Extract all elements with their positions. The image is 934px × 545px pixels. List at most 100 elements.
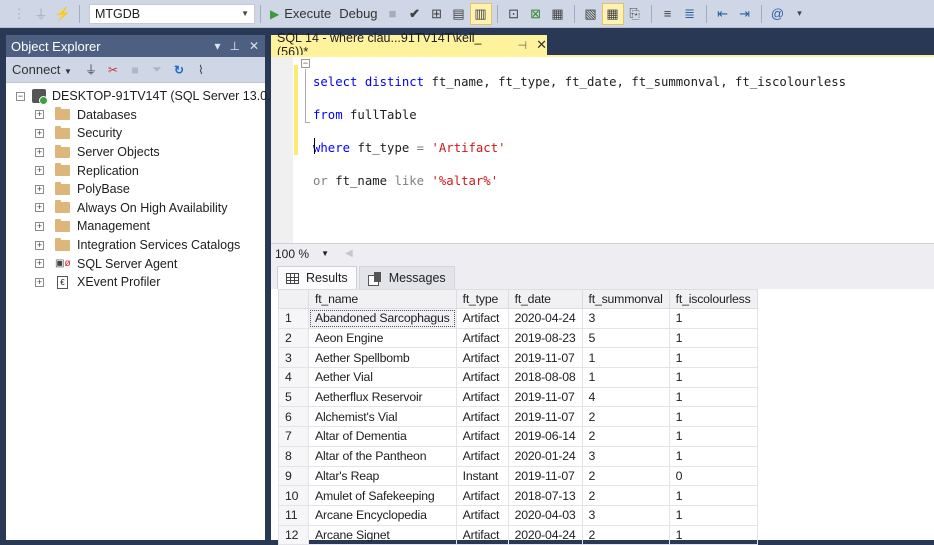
tab-messages[interactable]: Messages: [358, 266, 455, 289]
stop-icon[interactable]: ■: [126, 63, 144, 77]
row-number[interactable]: 2: [278, 327, 309, 349]
connect-plug-icon[interactable]: ⏚: [82, 61, 100, 78]
cell-ft_type[interactable]: Artifact: [455, 308, 509, 329]
tree-node[interactable]: + Security: [6, 124, 265, 143]
cell-ft_iscolourless[interactable]: 1: [668, 406, 758, 428]
expand-icon[interactable]: +: [35, 110, 44, 120]
column-header[interactable]: ft_type: [455, 289, 509, 309]
close-icon[interactable]: ✕: [249, 39, 259, 53]
cell-ft_date[interactable]: 2019-11-07: [507, 386, 583, 408]
collapse-region-icon[interactable]: −: [301, 59, 310, 68]
column-header[interactable]: ft_summonval: [581, 289, 670, 309]
window-position-dropdown-icon[interactable]: ▾: [214, 39, 220, 53]
connect-button[interactable]: Connect ▼: [12, 62, 72, 77]
expand-icon[interactable]: +: [35, 184, 44, 194]
tree-node[interactable]: + Always On High Availability: [6, 199, 265, 218]
close-tab-icon[interactable]: ✕: [536, 37, 547, 53]
scroll-left-icon[interactable]: ◀: [345, 248, 353, 259]
expand-icon[interactable]: +: [35, 221, 44, 231]
cell-ft_date[interactable]: 2018-07-13: [507, 485, 583, 506]
cell-ft_summonval[interactable]: 2: [581, 426, 670, 447]
expand-icon[interactable]: +: [35, 203, 44, 213]
cell-ft_type[interactable]: Artifact: [455, 524, 509, 545]
cell-ft_type[interactable]: Artifact: [455, 426, 509, 447]
refresh-icon[interactable]: ↻: [170, 63, 188, 77]
activity-monitor-icon[interactable]: ⌇: [192, 63, 210, 77]
column-header[interactable]: ft_iscolourless: [668, 289, 758, 309]
pin-icon[interactable]: ⊣: [518, 39, 528, 52]
cell-ft_name[interactable]: Arcane Signet: [308, 524, 457, 545]
cell-ft_summonval[interactable]: 4: [581, 386, 670, 408]
cell-ft_type[interactable]: Artifact: [455, 347, 509, 369]
cell-ft_type[interactable]: Artifact: [455, 485, 509, 506]
table-row[interactable]: 10 Amulet of Safekeeping Artifact 2018-07-1…: [278, 485, 758, 506]
expand-icon[interactable]: +: [35, 128, 44, 138]
cell-ft_name[interactable]: Aether Spellbomb: [308, 347, 457, 369]
cell-ft_date[interactable]: 2018-08-08: [507, 367, 583, 388]
cell-ft_date[interactable]: 2019-11-07: [507, 347, 583, 369]
pin-icon[interactable]: ⊥: [229, 39, 239, 53]
uncomment-icon[interactable]: ≣: [679, 3, 701, 25]
table-row[interactable]: 4 Aether Vial Artifact 2018-08-08 1 1: [278, 367, 758, 388]
cell-ft_type[interactable]: Artifact: [455, 504, 509, 526]
tree-node[interactable]: + ▣ø SQL Server Agent: [6, 254, 265, 273]
parse-checkmark-icon[interactable]: ✔: [404, 3, 426, 25]
tree-node[interactable]: + Management: [6, 217, 265, 236]
tree-node[interactable]: + PolyBase: [6, 180, 265, 199]
row-number[interactable]: 5: [278, 386, 309, 408]
cell-ft_iscolourless[interactable]: 1: [668, 347, 758, 369]
table-row[interactable]: 2 Aeon Engine Artifact 2019-08-23 5 1: [278, 327, 758, 349]
cell-ft_name[interactable]: Amulet of Safekeeping: [308, 485, 457, 506]
cell-ft_summonval[interactable]: 5: [581, 327, 670, 349]
expand-icon[interactable]: +: [35, 166, 44, 176]
overflow-icon[interactable]: ▾: [789, 3, 811, 25]
table-row[interactable]: 5 Aetherflux Reservoir Artifact 2019-11-07 4…: [278, 386, 758, 408]
table-row[interactable]: 7 Altar of Dementia Artifact 2019-06-14 2 1: [278, 426, 758, 447]
results-to-text-icon[interactable]: ▧: [580, 3, 602, 25]
table-row[interactable]: 3 Aether Spellbomb Artifact 2019-11-07 1 1: [278, 347, 758, 369]
include-actual-plan-icon[interactable]: ⊡: [503, 3, 525, 25]
zoom-level-select[interactable]: 100 % ▼: [271, 245, 333, 263]
debug-button[interactable]: Debug: [335, 6, 381, 21]
row-number[interactable]: 3: [278, 347, 309, 369]
column-header[interactable]: ft_name: [308, 289, 457, 309]
cell-ft_type[interactable]: Artifact: [455, 327, 509, 349]
cell-ft_date[interactable]: 2019-11-07: [507, 406, 583, 428]
row-number[interactable]: 11: [278, 504, 309, 526]
intellisense-icon[interactable]: ▥: [469, 2, 492, 25]
row-number[interactable]: 8: [278, 445, 309, 467]
expand-icon[interactable]: +: [35, 277, 44, 287]
sql-code[interactable]: select distinct ft_name, ft_type, ft_dat…: [313, 57, 846, 222]
cell-ft_name[interactable]: Arcane Encyclopedia: [308, 504, 457, 526]
cell-ft_summonval[interactable]: 2: [581, 485, 670, 506]
display-estimated-plan-icon[interactable]: ⊞: [426, 3, 448, 25]
cell-ft_name[interactable]: Altar of the Pantheon: [308, 445, 457, 467]
tree-node[interactable]: + Databases: [6, 106, 265, 125]
cell-ft_iscolourless[interactable]: 1: [668, 524, 758, 545]
cell-ft_name[interactable]: Alchemist's Vial: [308, 406, 457, 428]
row-number-header[interactable]: [278, 289, 309, 309]
cell-ft_name[interactable]: Aeon Engine: [308, 327, 457, 349]
specify-template-values-icon[interactable]: @: [767, 3, 789, 25]
cell-ft_date[interactable]: 2020-04-24: [507, 524, 583, 545]
disconnect-icon[interactable]: ✂: [104, 63, 122, 77]
execute-button[interactable]: ▶ Execute: [266, 6, 335, 21]
cell-ft_summonval[interactable]: 2: [581, 465, 670, 487]
cell-ft_name[interactable]: Aetherflux Reservoir: [308, 386, 457, 408]
cell-ft_summonval[interactable]: 1: [581, 367, 670, 388]
table-row[interactable]: 11 Arcane Encyclopedia Artifact 2020-04-03 3…: [278, 504, 758, 526]
cell-ft_name[interactable]: Abandoned Sarcophagus: [308, 308, 457, 329]
decrease-indent-icon[interactable]: ⇤: [712, 3, 734, 25]
cell-ft_date[interactable]: 2020-04-03: [507, 504, 583, 526]
cell-ft_iscolourless[interactable]: 1: [668, 367, 758, 388]
expand-icon[interactable]: +: [35, 259, 44, 269]
cell-ft_summonval[interactable]: 3: [581, 504, 670, 526]
cell-ft_iscolourless[interactable]: 0: [668, 465, 758, 487]
table-row[interactable]: 8 Altar of the Pantheon Artifact 2020-01-24…: [278, 445, 758, 467]
tree-node[interactable]: + Server Objects: [6, 143, 265, 162]
table-row[interactable]: 12 Arcane Signet Artifact 2020-04-24 2 1: [278, 524, 758, 545]
cell-ft_summonval[interactable]: 1: [581, 347, 670, 369]
comment-icon[interactable]: ≡: [657, 3, 679, 25]
cell-ft_date[interactable]: 2019-11-07: [507, 465, 583, 487]
row-number[interactable]: 1: [278, 308, 309, 329]
